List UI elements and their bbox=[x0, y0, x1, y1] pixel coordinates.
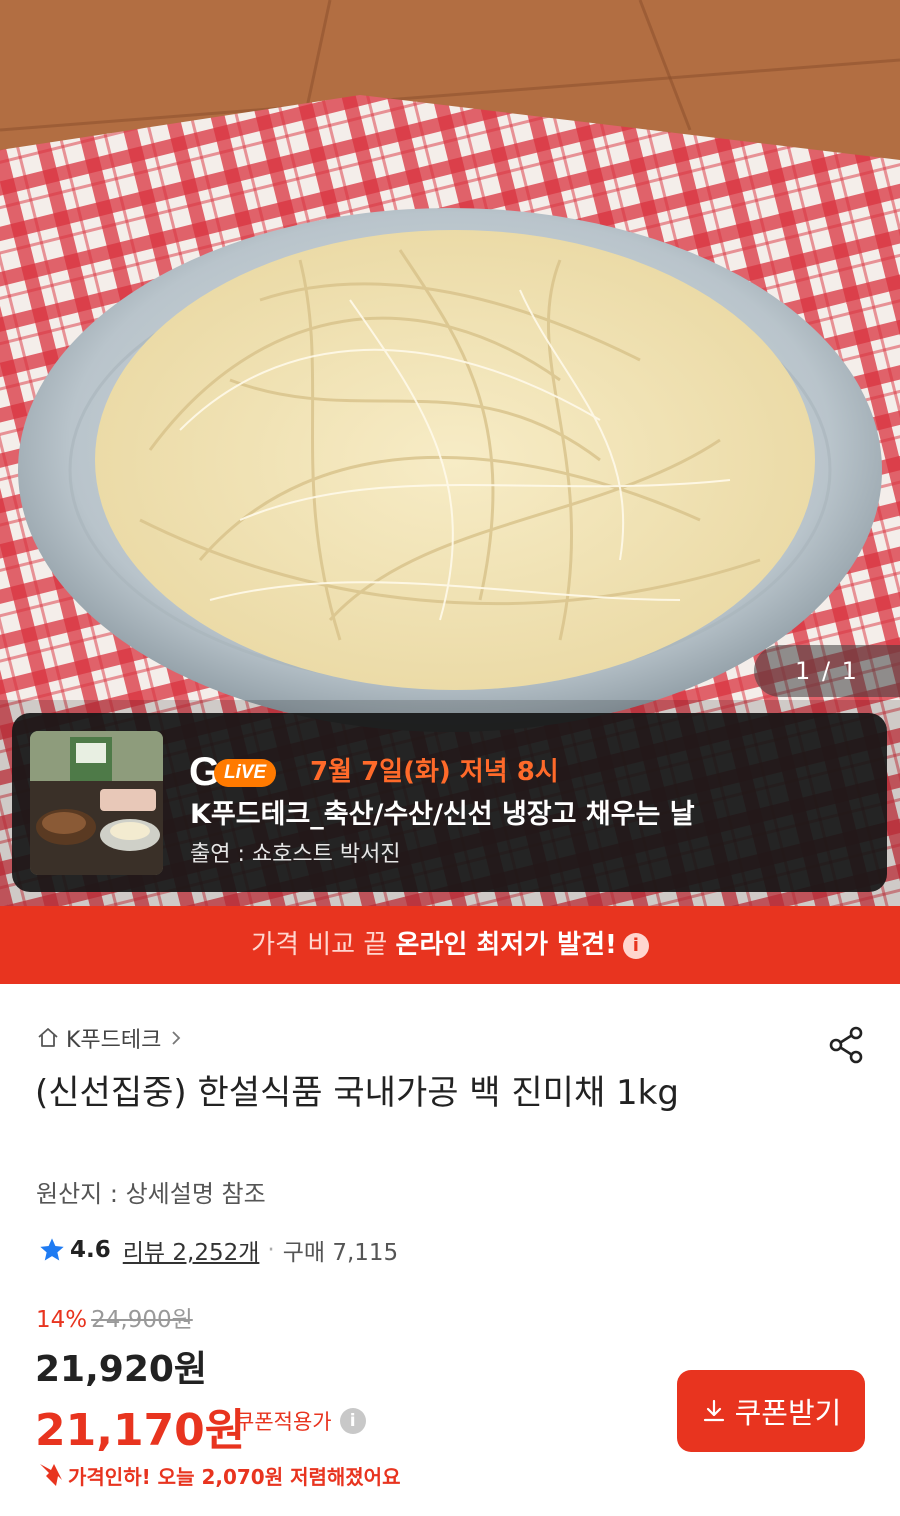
coupon-download-button[interactable]: 쿠폰받기 bbox=[677, 1370, 865, 1452]
rating-value: 4.6 bbox=[70, 1237, 111, 1263]
rating-row: 4.6 리뷰 2,252개 · 구매 7,115 bbox=[38, 1233, 398, 1267]
coupon-price-label: 쿠폰적용가 i bbox=[235, 1406, 366, 1436]
compare-prefix: 가격 비교 끝 bbox=[251, 930, 396, 960]
discount-row: 14% 24,900원 bbox=[36, 1300, 193, 1334]
brand-breadcrumb[interactable]: K푸드테크 bbox=[36, 1022, 185, 1054]
home-icon bbox=[38, 1028, 58, 1047]
live-host: 출연 : 쇼호스트 박서진 bbox=[190, 842, 401, 867]
info-icon[interactable]: i bbox=[622, 932, 649, 959]
info-icon[interactable]: i bbox=[339, 1408, 366, 1434]
live-title: K푸드테크_축산/수산/신선 냉장고 채우는 날 bbox=[190, 799, 695, 830]
separator-dot: · bbox=[267, 1237, 275, 1263]
brand-name: K푸드테크 bbox=[66, 1028, 162, 1053]
live-broadcast-banner[interactable]: G LiVE 7월 7일(화) 저녁 8시 K푸드테크_축산/수산/신선 냉장고… bbox=[12, 713, 887, 892]
price-drop-note: 가격인하! 오늘 2,070원 저렴해졌어요 bbox=[36, 1460, 400, 1490]
star-icon bbox=[40, 1238, 64, 1261]
share-icon bbox=[829, 1026, 863, 1064]
product-origin: 원산지 : 상세설명 참조 bbox=[36, 1180, 266, 1208]
share-button[interactable] bbox=[826, 1024, 868, 1066]
price-compare-bar[interactable]: 가격 비교 끝 온라인 최저가 발견! i bbox=[0, 906, 900, 984]
image-counter: 1 / 1 bbox=[754, 645, 900, 697]
coupon-label-text: 쿠폰적용가 bbox=[235, 1410, 332, 1434]
live-badge: LiVE bbox=[214, 759, 277, 787]
price-down-arrow-icon bbox=[40, 1464, 62, 1486]
chevron-right-icon bbox=[172, 1031, 181, 1045]
download-icon bbox=[703, 1399, 724, 1422]
purchase-count: 구매 7,115 bbox=[282, 1240, 399, 1266]
sale-price: 21,920원 bbox=[35, 1349, 208, 1390]
compare-highlight: 온라인 최저가 발견! bbox=[395, 930, 617, 960]
price-drop-text: 가격인하! 오늘 2,070원 저렴해졌어요 bbox=[68, 1464, 401, 1489]
coupon-button-label: 쿠폰받기 bbox=[734, 1396, 842, 1430]
product-title: (신선집중) 한설식품 국내가공 백 진미채 1kg bbox=[35, 1073, 679, 1113]
coupon-price: 21,170원 bbox=[35, 1405, 246, 1456]
review-link[interactable]: 리뷰 2,252개 bbox=[123, 1233, 260, 1267]
live-date: 7월 7일(화) 저녁 8시 bbox=[310, 757, 559, 787]
original-price: 24,900원 bbox=[91, 1307, 193, 1333]
live-thumbnail bbox=[30, 731, 163, 875]
discount-rate: 14% bbox=[36, 1307, 88, 1333]
